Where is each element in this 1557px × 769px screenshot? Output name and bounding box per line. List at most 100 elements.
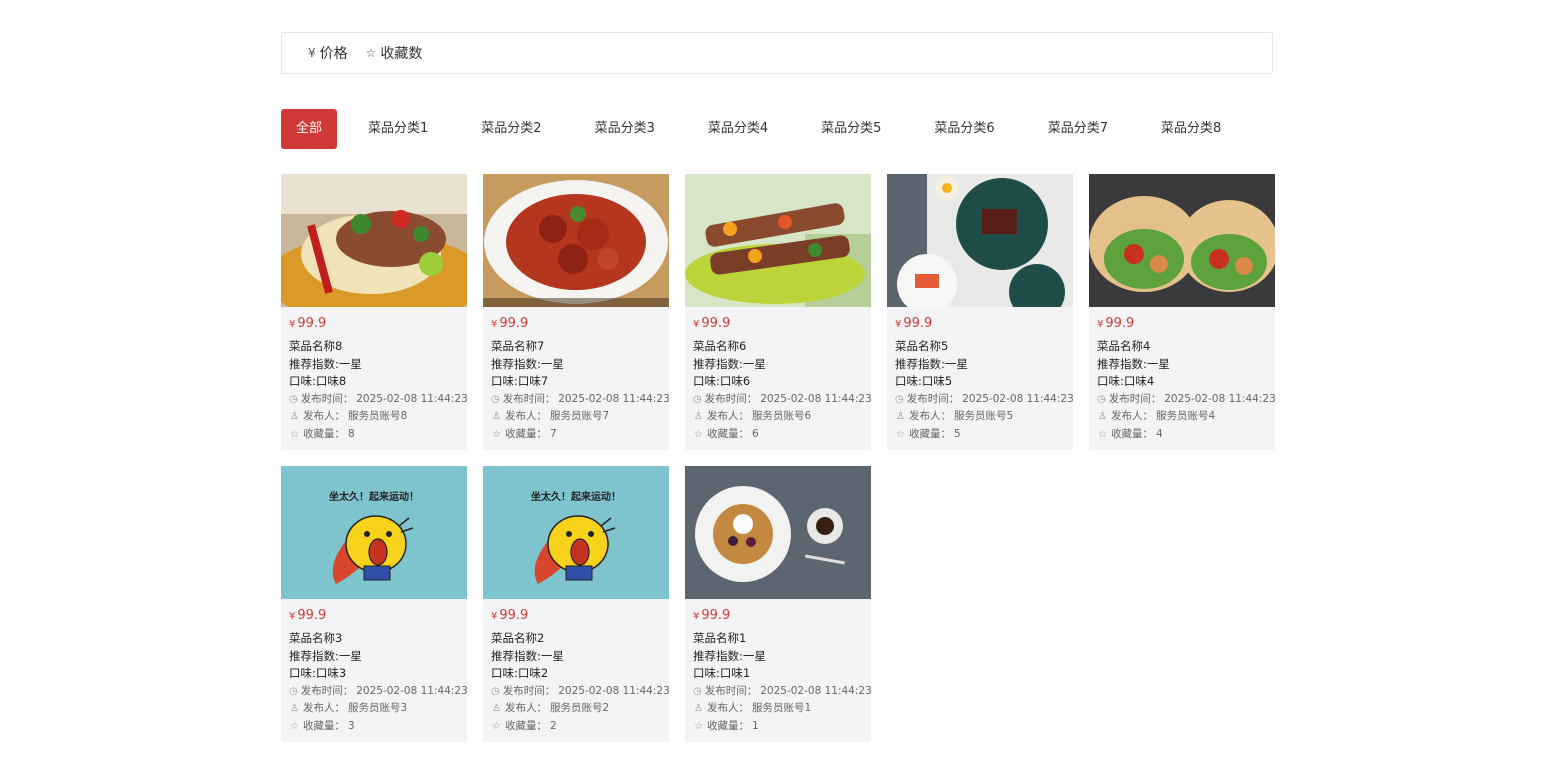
dish-card[interactable]: 坐太久！起来运动！ ¥99.9 菜品名称3 推荐指数:一星 口味:口味3 ◷ 发布… xyxy=(281,466,468,742)
dish-name: 菜品名称1 xyxy=(693,631,747,645)
dish-taste: 口味:口味4 xyxy=(1097,374,1155,388)
user-icon: ♙ xyxy=(290,411,299,422)
dish-favorites: ☆ 收藏量： 6 xyxy=(693,426,863,444)
svg-text:坐太久！起来运动！: 坐太久！起来运动！ xyxy=(329,490,419,503)
dish-taste: 口味:口味5 xyxy=(895,374,953,388)
star-icon: ☆ xyxy=(694,720,703,732)
category-tabs: 全部 菜品分类1 菜品分类2 菜品分类3 菜品分类4 菜品分类5 菜品分类6 菜品分类7 菜品分… xyxy=(281,109,1252,149)
dish-card[interactable]: ¥99.9 菜品名称8 推荐指数:一星 口味:口味8 ◷ 发布时间： 2025-02… xyxy=(281,174,468,450)
dish-taste: 口味:口味1 xyxy=(693,666,751,680)
dish-card[interactable]: ¥99.9 菜品名称1 推荐指数:一星 口味:口味1 ◷ 发布时间： 2025-02… xyxy=(685,466,872,742)
dish-publish-time: ◷ 发布时间： 2025-02-08 11:44:23 xyxy=(895,391,1074,409)
dish-publisher: ♙ 发布人： 服务员账号4 xyxy=(1097,408,1267,426)
dish-taste: 口味:口味8 xyxy=(289,374,347,388)
star-icon: ☆ xyxy=(290,428,299,440)
tab-category-5[interactable]: 菜品分类5 xyxy=(799,109,903,149)
clock-icon: ◷ xyxy=(693,393,702,405)
dish-card[interactable]: ¥99.9 菜品名称6 推荐指数:一星 口味:口味6 ◷ 发布时间： 2025-02… xyxy=(685,174,872,450)
dish-price: ¥99.9 xyxy=(693,608,731,623)
dish-publisher: ♙ 发布人： 服务员账号8 xyxy=(289,408,459,426)
tab-category-8[interactable]: 菜品分类8 xyxy=(1139,109,1243,149)
dish-image[interactable] xyxy=(1089,174,1275,307)
dish-price: ¥99.9 xyxy=(491,608,529,623)
dish-publish-time: ◷ 发布时间： 2025-02-08 11:44:23 xyxy=(491,391,670,409)
user-icon: ♙ xyxy=(1098,411,1107,422)
dish-card[interactable]: ¥99.9 菜品名称5 推荐指数:一星 口味:口味5 ◷ 发布时间： 2025-02… xyxy=(887,174,1074,450)
star-icon: ☆ xyxy=(492,428,501,440)
dish-image[interactable] xyxy=(887,174,1073,307)
dish-recommend: 推荐指数:一星 xyxy=(289,648,362,663)
dish-recommend: 推荐指数:一星 xyxy=(895,356,968,371)
dish-publish-time: ◷ 发布时间： 2025-02-08 11:44:23 xyxy=(491,683,670,701)
tab-all[interactable]: 全部 xyxy=(281,109,338,149)
dish-recommend: 推荐指数:一星 xyxy=(693,356,766,371)
clock-icon: ◷ xyxy=(1097,393,1106,405)
dish-name: 菜品名称4 xyxy=(1097,339,1151,353)
dish-name: 菜品名称5 xyxy=(895,339,949,353)
sort-bar: ¥ 价格 ☆ 收藏数 xyxy=(281,32,1273,74)
dish-image[interactable] xyxy=(483,174,669,307)
dish-recommend: 推荐指数:一星 xyxy=(491,356,564,371)
dish-price: ¥99.9 xyxy=(289,316,327,331)
dish-card[interactable]: ¥99.9 菜品名称4 推荐指数:一星 口味:口味4 ◷ 发布时间： 2025-02… xyxy=(1089,174,1276,450)
dish-favorites: ☆ 收藏量： 2 xyxy=(491,718,661,736)
dish-taste: 口味:口味2 xyxy=(491,666,549,680)
dish-publish-time: ◷ 发布时间： 2025-02-08 11:44:23 xyxy=(693,391,872,409)
dish-publisher: ♙ 发布人： 服务员账号6 xyxy=(693,408,863,426)
dish-publish-time: ◷ 发布时间： 2025-02-08 11:44:23 xyxy=(693,683,872,701)
dish-name: 菜品名称6 xyxy=(693,339,747,353)
tab-category-7[interactable]: 菜品分类7 xyxy=(1026,109,1130,149)
clock-icon: ◷ xyxy=(693,685,702,697)
tab-category-3[interactable]: 菜品分类3 xyxy=(573,109,677,149)
dish-recommend: 推荐指数:一星 xyxy=(491,648,564,663)
dish-publish-time: ◷ 发布时间： 2025-02-08 11:44:23 xyxy=(289,683,468,701)
clock-icon: ◷ xyxy=(289,685,298,697)
star-icon: ☆ xyxy=(896,428,905,440)
user-icon: ♙ xyxy=(492,703,501,714)
dish-price: ¥99.9 xyxy=(895,316,933,331)
star-icon: ☆ xyxy=(290,720,299,732)
dish-favorites: ☆ 收藏量： 3 xyxy=(289,718,459,736)
dish-recommend: 推荐指数:一星 xyxy=(693,648,766,663)
clock-icon: ◷ xyxy=(491,685,500,697)
dish-card[interactable]: ¥99.9 菜品名称7 推荐指数:一星 口味:口味7 ◷ 发布时间： 2025-02… xyxy=(483,174,670,450)
dish-image[interactable]: 坐太久！起来运动！ xyxy=(483,466,669,599)
star-icon: ☆ xyxy=(492,720,501,732)
dish-favorites: ☆ 收藏量： 4 xyxy=(1097,426,1267,444)
tab-category-4[interactable]: 菜品分类4 xyxy=(686,109,790,149)
dish-name: 菜品名称7 xyxy=(491,339,545,353)
dish-name: 菜品名称8 xyxy=(289,339,343,353)
dish-recommend: 推荐指数:一星 xyxy=(289,356,362,371)
star-icon: ☆ xyxy=(365,46,377,60)
user-icon: ♙ xyxy=(290,703,299,714)
star-icon: ☆ xyxy=(1098,428,1107,440)
sort-fav-label: 收藏数 xyxy=(380,46,423,62)
dish-favorites: ☆ 收藏量： 5 xyxy=(895,426,1065,444)
clock-icon: ◷ xyxy=(895,393,904,405)
tab-category-2[interactable]: 菜品分类2 xyxy=(459,109,563,149)
dish-price: ¥99.9 xyxy=(693,316,731,331)
sort-by-favorites[interactable]: ☆ 收藏数 xyxy=(366,43,423,63)
yen-icon: ¥ xyxy=(308,46,316,60)
dish-publish-time: ◷ 发布时间： 2025-02-08 11:44:23 xyxy=(289,391,468,409)
dish-name: 菜品名称3 xyxy=(289,631,343,645)
tab-category-6[interactable]: 菜品分类6 xyxy=(912,109,1016,149)
dish-taste: 口味:口味7 xyxy=(491,374,549,388)
dish-image[interactable] xyxy=(281,174,467,307)
dish-publisher: ♙ 发布人： 服务员账号7 xyxy=(491,408,661,426)
dish-grid: ¥99.9 菜品名称8 推荐指数:一星 口味:口味8 ◷ 发布时间： 2025-02… xyxy=(281,174,1281,742)
tab-category-1[interactable]: 菜品分类1 xyxy=(346,109,450,149)
user-icon: ♙ xyxy=(694,703,703,714)
clock-icon: ◷ xyxy=(289,393,298,405)
dish-image[interactable] xyxy=(685,174,871,307)
dish-price: ¥99.9 xyxy=(491,316,529,331)
user-icon: ♙ xyxy=(896,411,905,422)
clock-icon: ◷ xyxy=(491,393,500,405)
dish-name: 菜品名称2 xyxy=(491,631,545,645)
dish-image[interactable]: 坐太久！起来运动！ xyxy=(281,466,467,599)
dish-card[interactable]: 坐太久！起来运动！ ¥99.9 菜品名称2 推荐指数:一星 口味:口味2 ◷ 发布… xyxy=(483,466,670,742)
dish-taste: 口味:口味6 xyxy=(693,374,751,388)
dish-taste: 口味:口味3 xyxy=(289,666,347,680)
sort-by-price[interactable]: ¥ 价格 xyxy=(308,43,348,63)
dish-image[interactable] xyxy=(685,466,871,599)
